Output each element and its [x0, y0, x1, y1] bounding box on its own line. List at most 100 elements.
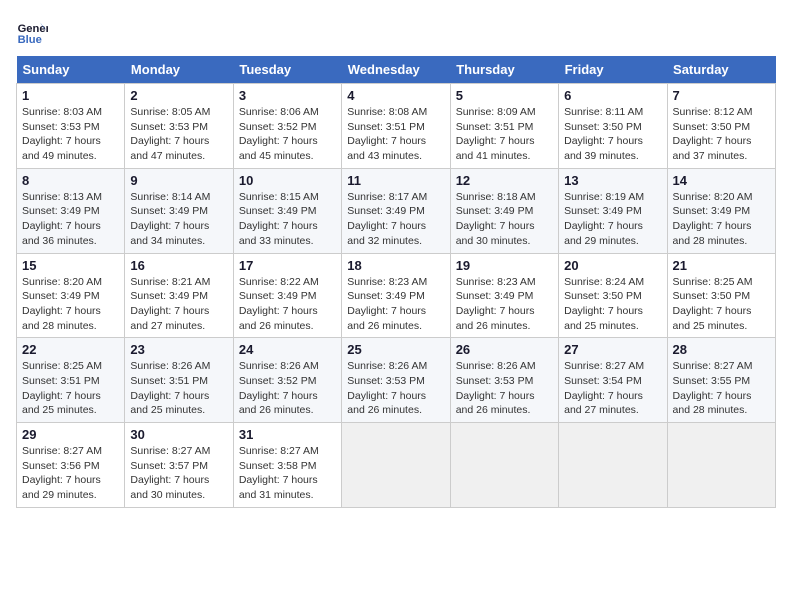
- day-detail: Sunrise: 8:13 AMSunset: 3:49 PMDaylight:…: [22, 191, 102, 247]
- day-detail: Sunrise: 8:15 AMSunset: 3:49 PMDaylight:…: [239, 191, 319, 247]
- week-row-2: 8 Sunrise: 8:13 AMSunset: 3:49 PMDayligh…: [17, 168, 776, 253]
- calendar-body: 1 Sunrise: 8:03 AMSunset: 3:53 PMDayligh…: [17, 84, 776, 508]
- calendar-cell: 30 Sunrise: 8:27 AMSunset: 3:57 PMDaylig…: [125, 423, 233, 508]
- svg-text:Blue: Blue: [18, 34, 42, 46]
- calendar-cell: 26 Sunrise: 8:26 AMSunset: 3:53 PMDaylig…: [450, 338, 558, 423]
- day-detail: Sunrise: 8:25 AMSunset: 3:50 PMDaylight:…: [673, 276, 753, 332]
- day-number: 3: [239, 88, 336, 103]
- day-detail: Sunrise: 8:03 AMSunset: 3:53 PMDaylight:…: [22, 106, 102, 162]
- day-detail: Sunrise: 8:09 AMSunset: 3:51 PMDaylight:…: [456, 106, 536, 162]
- header-saturday: Saturday: [667, 56, 775, 84]
- calendar-cell: 27 Sunrise: 8:27 AMSunset: 3:54 PMDaylig…: [559, 338, 667, 423]
- day-number: 20: [564, 258, 661, 273]
- calendar-cell: 7 Sunrise: 8:12 AMSunset: 3:50 PMDayligh…: [667, 84, 775, 169]
- day-detail: Sunrise: 8:18 AMSunset: 3:49 PMDaylight:…: [456, 191, 536, 247]
- calendar-cell: [667, 423, 775, 508]
- day-number: 15: [22, 258, 119, 273]
- day-number: 26: [456, 342, 553, 357]
- day-detail: Sunrise: 8:14 AMSunset: 3:49 PMDaylight:…: [130, 191, 210, 247]
- day-detail: Sunrise: 8:24 AMSunset: 3:50 PMDaylight:…: [564, 276, 644, 332]
- header-thursday: Thursday: [450, 56, 558, 84]
- day-number: 19: [456, 258, 553, 273]
- week-row-4: 22 Sunrise: 8:25 AMSunset: 3:51 PMDaylig…: [17, 338, 776, 423]
- day-number: 5: [456, 88, 553, 103]
- day-number: 6: [564, 88, 661, 103]
- calendar-cell: 15 Sunrise: 8:20 AMSunset: 3:49 PMDaylig…: [17, 253, 125, 338]
- day-number: 7: [673, 88, 770, 103]
- day-detail: Sunrise: 8:26 AMSunset: 3:51 PMDaylight:…: [130, 360, 210, 416]
- calendar-cell: 25 Sunrise: 8:26 AMSunset: 3:53 PMDaylig…: [342, 338, 450, 423]
- day-number: 2: [130, 88, 227, 103]
- day-detail: Sunrise: 8:06 AMSunset: 3:52 PMDaylight:…: [239, 106, 319, 162]
- day-detail: Sunrise: 8:26 AMSunset: 3:53 PMDaylight:…: [347, 360, 427, 416]
- day-detail: Sunrise: 8:27 AMSunset: 3:55 PMDaylight:…: [673, 360, 753, 416]
- day-detail: Sunrise: 8:12 AMSunset: 3:50 PMDaylight:…: [673, 106, 753, 162]
- day-detail: Sunrise: 8:27 AMSunset: 3:58 PMDaylight:…: [239, 445, 319, 501]
- calendar-cell: 11 Sunrise: 8:17 AMSunset: 3:49 PMDaylig…: [342, 168, 450, 253]
- day-number: 16: [130, 258, 227, 273]
- day-detail: Sunrise: 8:17 AMSunset: 3:49 PMDaylight:…: [347, 191, 427, 247]
- header-wednesday: Wednesday: [342, 56, 450, 84]
- day-detail: Sunrise: 8:20 AMSunset: 3:49 PMDaylight:…: [673, 191, 753, 247]
- calendar-cell: 6 Sunrise: 8:11 AMSunset: 3:50 PMDayligh…: [559, 84, 667, 169]
- calendar-cell: 28 Sunrise: 8:27 AMSunset: 3:55 PMDaylig…: [667, 338, 775, 423]
- day-detail: Sunrise: 8:25 AMSunset: 3:51 PMDaylight:…: [22, 360, 102, 416]
- header: General Blue: [16, 16, 776, 48]
- calendar-cell: 16 Sunrise: 8:21 AMSunset: 3:49 PMDaylig…: [125, 253, 233, 338]
- calendar-cell: 2 Sunrise: 8:05 AMSunset: 3:53 PMDayligh…: [125, 84, 233, 169]
- day-detail: Sunrise: 8:05 AMSunset: 3:53 PMDaylight:…: [130, 106, 210, 162]
- header-sunday: Sunday: [17, 56, 125, 84]
- week-row-1: 1 Sunrise: 8:03 AMSunset: 3:53 PMDayligh…: [17, 84, 776, 169]
- logo-icon: General Blue: [16, 16, 48, 48]
- day-number: 21: [673, 258, 770, 273]
- calendar-cell: 1 Sunrise: 8:03 AMSunset: 3:53 PMDayligh…: [17, 84, 125, 169]
- day-detail: Sunrise: 8:08 AMSunset: 3:51 PMDaylight:…: [347, 106, 427, 162]
- calendar-cell: 14 Sunrise: 8:20 AMSunset: 3:49 PMDaylig…: [667, 168, 775, 253]
- day-detail: Sunrise: 8:19 AMSunset: 3:49 PMDaylight:…: [564, 191, 644, 247]
- calendar-cell: [342, 423, 450, 508]
- calendar-cell: 9 Sunrise: 8:14 AMSunset: 3:49 PMDayligh…: [125, 168, 233, 253]
- day-detail: Sunrise: 8:27 AMSunset: 3:54 PMDaylight:…: [564, 360, 644, 416]
- day-number: 25: [347, 342, 444, 357]
- calendar-cell: 13 Sunrise: 8:19 AMSunset: 3:49 PMDaylig…: [559, 168, 667, 253]
- day-detail: Sunrise: 8:22 AMSunset: 3:49 PMDaylight:…: [239, 276, 319, 332]
- calendar-table: SundayMondayTuesdayWednesdayThursdayFrid…: [16, 56, 776, 508]
- day-number: 1: [22, 88, 119, 103]
- calendar-cell: [559, 423, 667, 508]
- calendar-cell: 8 Sunrise: 8:13 AMSunset: 3:49 PMDayligh…: [17, 168, 125, 253]
- day-number: 8: [22, 173, 119, 188]
- calendar-cell: 4 Sunrise: 8:08 AMSunset: 3:51 PMDayligh…: [342, 84, 450, 169]
- header-friday: Friday: [559, 56, 667, 84]
- day-number: 11: [347, 173, 444, 188]
- calendar-cell: 10 Sunrise: 8:15 AMSunset: 3:49 PMDaylig…: [233, 168, 341, 253]
- day-detail: Sunrise: 8:11 AMSunset: 3:50 PMDaylight:…: [564, 106, 643, 162]
- calendar-cell: 22 Sunrise: 8:25 AMSunset: 3:51 PMDaylig…: [17, 338, 125, 423]
- calendar-cell: 29 Sunrise: 8:27 AMSunset: 3:56 PMDaylig…: [17, 423, 125, 508]
- day-number: 24: [239, 342, 336, 357]
- calendar-cell: 3 Sunrise: 8:06 AMSunset: 3:52 PMDayligh…: [233, 84, 341, 169]
- calendar-header-row: SundayMondayTuesdayWednesdayThursdayFrid…: [17, 56, 776, 84]
- day-number: 28: [673, 342, 770, 357]
- day-number: 30: [130, 427, 227, 442]
- calendar-cell: [450, 423, 558, 508]
- day-number: 31: [239, 427, 336, 442]
- day-number: 10: [239, 173, 336, 188]
- day-detail: Sunrise: 8:27 AMSunset: 3:56 PMDaylight:…: [22, 445, 102, 501]
- calendar-cell: 23 Sunrise: 8:26 AMSunset: 3:51 PMDaylig…: [125, 338, 233, 423]
- day-number: 23: [130, 342, 227, 357]
- svg-text:General: General: [18, 23, 48, 35]
- day-detail: Sunrise: 8:26 AMSunset: 3:52 PMDaylight:…: [239, 360, 319, 416]
- day-detail: Sunrise: 8:26 AMSunset: 3:53 PMDaylight:…: [456, 360, 536, 416]
- calendar-cell: 20 Sunrise: 8:24 AMSunset: 3:50 PMDaylig…: [559, 253, 667, 338]
- day-number: 22: [22, 342, 119, 357]
- day-detail: Sunrise: 8:23 AMSunset: 3:49 PMDaylight:…: [347, 276, 427, 332]
- logo: General Blue: [16, 16, 52, 48]
- day-detail: Sunrise: 8:23 AMSunset: 3:49 PMDaylight:…: [456, 276, 536, 332]
- day-number: 18: [347, 258, 444, 273]
- calendar-cell: 18 Sunrise: 8:23 AMSunset: 3:49 PMDaylig…: [342, 253, 450, 338]
- day-detail: Sunrise: 8:21 AMSunset: 3:49 PMDaylight:…: [130, 276, 210, 332]
- header-monday: Monday: [125, 56, 233, 84]
- calendar-cell: 17 Sunrise: 8:22 AMSunset: 3:49 PMDaylig…: [233, 253, 341, 338]
- week-row-3: 15 Sunrise: 8:20 AMSunset: 3:49 PMDaylig…: [17, 253, 776, 338]
- calendar-cell: 24 Sunrise: 8:26 AMSunset: 3:52 PMDaylig…: [233, 338, 341, 423]
